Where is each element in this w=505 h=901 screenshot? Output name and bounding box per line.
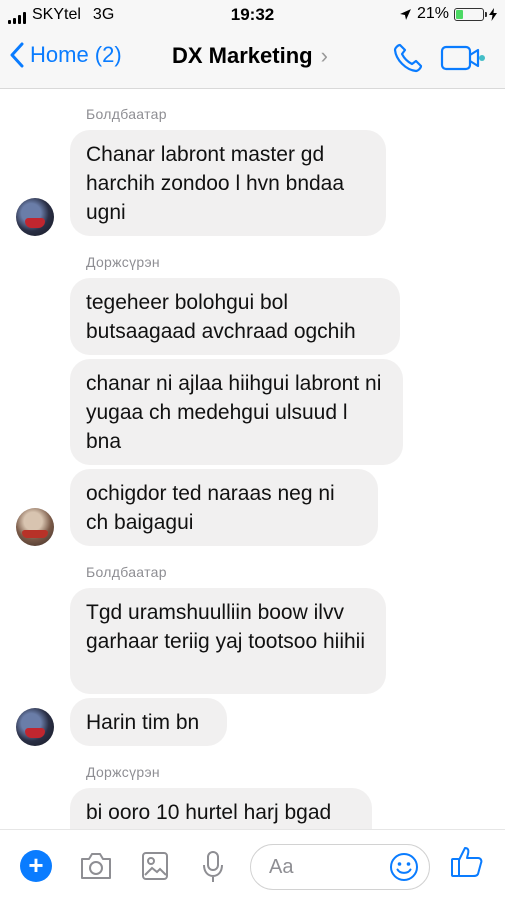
status-bar: SKYtel 3G 19:32 21% [0, 0, 505, 30]
sender-name: Болдбаатар [86, 564, 167, 580]
message-input-placeholder: Aa [269, 856, 294, 878]
plus-icon: + [28, 850, 44, 880]
message-bubble[interactable]: tegeheer bolohgui bol butsaagaad avchraa… [70, 278, 400, 355]
conversation-header: Home (2) DX Marketing › [0, 30, 505, 89]
video-call-button[interactable] [440, 44, 486, 77]
phone-icon [393, 43, 423, 73]
avatar[interactable] [16, 198, 54, 236]
battery-percent: 21% [416, 5, 449, 22]
microphone-icon[interactable] [200, 850, 226, 884]
sender-name: Болдбаатар [86, 106, 167, 122]
message-list[interactable]: Болдбаатар Chanar labront master gd harc… [0, 89, 505, 829]
message-bubble[interactable]: ochigdor ted naraas neg ni ch baigagui [70, 469, 378, 546]
battery-icon [454, 7, 487, 21]
camera-icon[interactable] [78, 850, 114, 882]
message-bubble[interactable]: Harin tim bn [70, 698, 227, 746]
emoji-icon[interactable] [389, 852, 419, 882]
message-bubble[interactable]: bi ooro 10 hurtel harj bgad [70, 788, 372, 829]
location-arrow-icon [400, 8, 411, 20]
message-bubble[interactable]: Tgd uramshuulliin boow ilvv garhaar teri… [70, 588, 386, 694]
back-chevron-icon [10, 42, 24, 68]
back-label: Home (2) [30, 42, 122, 67]
message-bubble[interactable]: Chanar labront master gd harchih zondoo … [70, 130, 386, 236]
thumbs-up-icon[interactable] [450, 844, 484, 880]
title-chevron-icon: › [320, 43, 328, 68]
status-right: 21% [399, 5, 497, 23]
video-camera-icon [440, 45, 485, 71]
back-button[interactable]: Home (2) [10, 42, 122, 68]
conversation-title-button[interactable]: DX Marketing › [172, 43, 328, 69]
page-title: DX Marketing [172, 43, 313, 68]
phone-call-button[interactable] [392, 42, 424, 79]
charging-bolt-icon [489, 7, 497, 21]
message-input[interactable]: Aa [250, 844, 430, 890]
message-bubble[interactable]: chanar ni ajlaa hiihgui labront ni yugaa… [70, 359, 403, 465]
avatar[interactable] [16, 508, 54, 546]
sender-name: Доржсүрэн [86, 764, 160, 780]
sender-name: Доржсүрэн [86, 254, 160, 270]
more-actions-button[interactable]: + [20, 850, 52, 882]
avatar[interactable] [16, 708, 54, 746]
photo-icon[interactable] [140, 850, 170, 882]
message-composer: + Aa [0, 829, 505, 901]
